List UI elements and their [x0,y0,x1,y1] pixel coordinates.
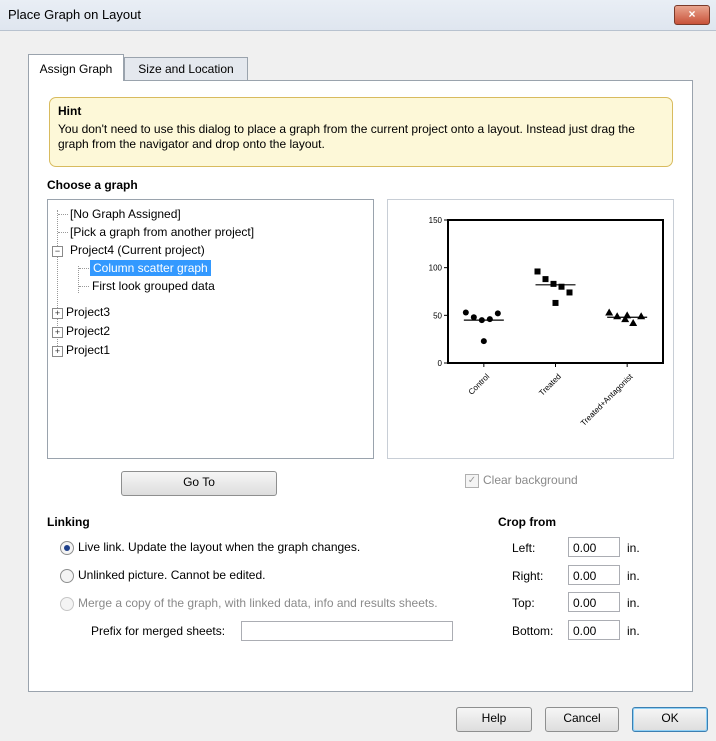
tree-item-label: Project1 [66,343,111,357]
merge-copy-radio[interactable] [60,597,74,611]
y-tick-label: 100 [429,264,443,273]
crop-top-label: Top: [512,596,535,610]
data-point [550,280,557,287]
expand-icon[interactable]: + [52,346,63,357]
go-to-button[interactable]: Go To [121,471,277,496]
title-bar: Place Graph on Layout × [0,0,716,31]
unlinked-picture-label: Unlinked picture. Cannot be edited. [78,568,266,582]
graph-tree[interactable]: [No Graph Assigned] [Pick a graph from a… [47,199,374,459]
crop-top-unit: in. [627,596,640,610]
merge-copy-label: Merge a copy of the graph, with linked d… [78,596,438,610]
data-point [558,283,565,290]
data-point [462,309,469,316]
crop-bottom-label: Bottom: [512,624,554,638]
tree-item-label: Project4 (Current project) [70,243,205,257]
crop-right-input[interactable]: 0.00 [568,565,620,585]
clear-background-label: Clear background [483,473,578,487]
linking-heading: Linking [47,515,90,529]
prefix-input[interactable] [241,621,453,641]
unlinked-picture-radio[interactable] [60,569,74,583]
expand-icon[interactable]: + [52,308,63,319]
tree-item-label: First look grouped data [92,279,215,293]
tree-item-label: Column scatter graph [90,260,211,276]
tree-item-project3[interactable]: Project3 [66,303,110,321]
crop-left-input[interactable]: 0.00 [568,537,620,557]
y-tick-label: 0 [438,359,443,368]
tree-item-label: Project3 [66,305,111,319]
crop-left-unit: in. [627,541,640,555]
tree-item-project1[interactable]: Project1 [66,341,110,359]
choose-graph-heading: Choose a graph [47,178,138,192]
x-tick-label: Treated [537,372,563,398]
tree-item-label: [Pick a graph from another project] [70,225,255,239]
crop-left-label: Left: [512,541,536,555]
data-point [534,268,541,275]
crop-top-input[interactable]: 0.00 [568,592,620,612]
crop-bottom-unit: in. [627,624,640,638]
tree-item-no-graph[interactable]: [No Graph Assigned] [70,205,181,223]
data-point [478,317,485,324]
x-tick-label: Treated+Antagonist [579,372,635,428]
hint-title: Hint [58,104,82,118]
expand-icon[interactable]: + [52,327,63,338]
data-point [470,314,477,321]
data-point [613,312,622,320]
live-link-label: Live link. Update the layout when the gr… [78,540,361,554]
checkmark-icon: ✓ [467,475,477,486]
tab-assign-graph[interactable]: Assign Graph [28,54,124,81]
data-point [605,308,614,316]
live-link-radio[interactable] [60,541,74,555]
data-point [629,318,638,326]
tree-item-project4[interactable]: Project4 (Current project) [70,241,205,259]
close-icon: × [688,7,696,21]
tab-size-and-location[interactable]: Size and Location [124,57,248,81]
close-button[interactable]: × [674,5,710,25]
plot-frame [447,219,664,364]
data-point [623,311,632,319]
data-point [486,316,493,323]
scatter-chart: 0 50 100 150 Control Treated Treated+Antagonis… [429,216,664,428]
crop-right-label: Right: [512,569,544,583]
data-point [542,276,549,283]
crop-bottom-input[interactable]: 0.00 [568,620,620,640]
tree-item-label: Project2 [66,324,111,338]
ok-button[interactable]: OK [632,707,708,732]
tree-item-first-look-grouped-data[interactable]: First look grouped data [92,277,215,295]
graph-preview: 0 50 100 150 Control Treated Treated+Antagonis… [387,199,674,459]
window-title: Place Graph on Layout [8,7,141,22]
clear-background-checkbox[interactable]: ✓ [465,474,479,488]
hint-box: Hint You don't need to use this dialog t… [49,97,673,167]
prefix-label: Prefix for merged sheets: [91,624,226,638]
y-tick-label: 50 [433,311,442,320]
tree-item-label: [No Graph Assigned] [70,207,181,221]
tree-item-column-scatter-graph[interactable]: Column scatter graph [90,259,211,277]
crop-right-unit: in. [627,569,640,583]
tree-item-project2[interactable]: Project2 [66,322,110,340]
cancel-button[interactable]: Cancel [545,707,619,732]
crop-heading: Crop from [498,515,556,529]
x-tick-label: Control [467,372,492,397]
y-tick-label: 150 [429,216,443,225]
tab-panel: Hint You don't need to use this dialog t… [28,80,693,692]
help-button[interactable]: Help [456,707,532,732]
tree-item-pick-other-project[interactable]: [Pick a graph from another project] [70,223,254,241]
data-point [494,310,501,317]
data-point [637,312,646,320]
collapse-icon[interactable]: − [52,246,63,257]
data-point [552,299,559,306]
data-point [566,289,573,296]
data-point [480,338,487,345]
hint-text: You don't need to use this dialog to pla… [58,122,635,151]
